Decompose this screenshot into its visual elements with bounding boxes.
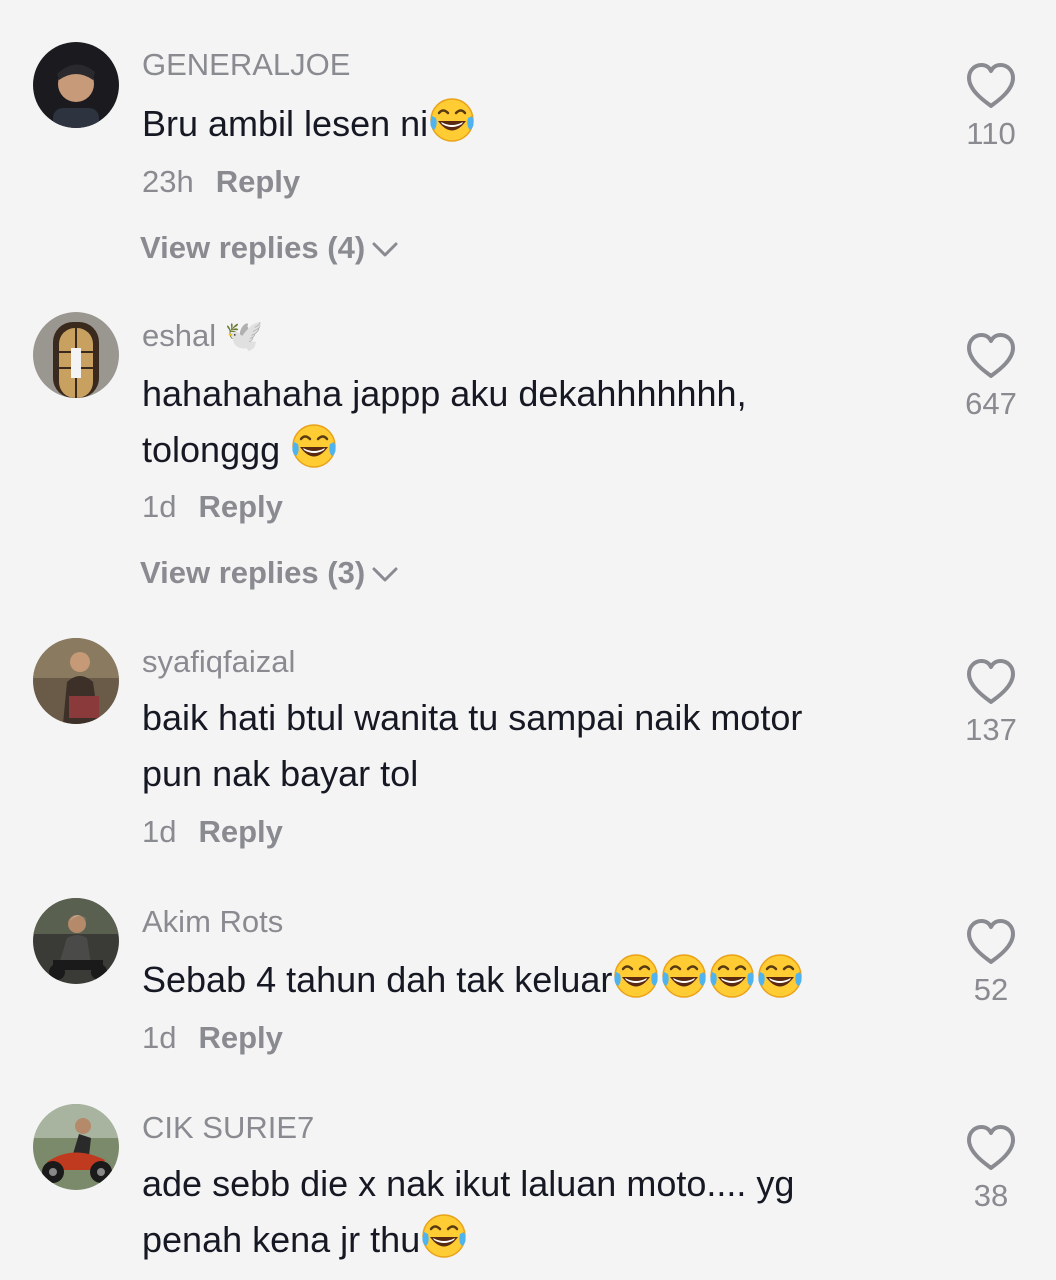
reply-button[interactable]: Reply [198,814,282,849]
comment-meta: 1d Reply [142,489,283,525]
view-replies-button[interactable]: View replies (3) [140,555,399,591]
comment-username[interactable]: syafiqfaizal [142,644,295,680]
heart-outline-icon [965,1124,1017,1172]
comment-meta: 1d Reply [142,1020,283,1056]
avatar[interactable] [33,1104,119,1190]
face-with-tears-of-joy-icon [756,952,804,1000]
like-button[interactable]: 647 [960,332,1022,422]
face-with-tears-of-joy-icon [708,952,756,1000]
like-button[interactable]: 52 [960,918,1022,1008]
heart-outline-icon [965,918,1017,966]
avatar[interactable] [33,42,119,128]
like-button[interactable]: 38 [960,1124,1022,1214]
face-with-tears-of-joy-icon [290,422,338,470]
avatar[interactable] [33,898,119,984]
like-count: 110 [966,116,1016,151]
like-button[interactable]: 110 [960,62,1022,152]
comment-time: 1d [142,814,177,849]
comment-text: Sebab 4 tahun dah tak keluar [142,952,902,1008]
avatar[interactable] [33,312,119,398]
face-with-tears-of-joy-icon [420,1212,468,1260]
face-with-tears-of-joy-icon [428,96,476,144]
like-count: 38 [973,1178,1009,1213]
comment-time: 23h [142,164,194,199]
comment-username[interactable]: GENERALJOE [142,47,350,83]
like-count: 137 [965,712,1017,747]
like-count: 647 [965,386,1017,421]
dove-icon: 🕊️ [224,318,264,353]
reply-button[interactable]: Reply [198,1020,282,1055]
view-replies-label: View replies (3) [140,555,366,590]
chevron-down-icon [372,567,398,582]
reply-button[interactable]: Reply [216,164,300,199]
reply-button[interactable]: Reply [198,489,282,524]
comment-text: Bru ambil lesen ni [142,96,902,152]
comment-time: 1d [142,489,177,524]
comment-meta: 1d Reply [142,814,283,850]
like-button[interactable]: 137 [960,658,1022,748]
face-with-tears-of-joy-icon [612,952,660,1000]
comment-username[interactable]: eshal 🕊️ [142,318,263,354]
comment-time: 1d [142,1020,177,1055]
comment-username[interactable]: Akim Rots [142,904,283,940]
view-replies-button[interactable]: View replies (4) [140,230,399,266]
comment-text: baik hati btul wanita tu sampai naik mot… [142,697,803,794]
avatar[interactable] [33,638,119,724]
heart-outline-icon [965,62,1017,110]
heart-outline-icon [965,332,1017,380]
comment-username[interactable]: CIK SURIE7 [142,1110,314,1146]
like-count: 52 [973,972,1009,1007]
face-with-tears-of-joy-icon [660,952,708,1000]
view-replies-label: View replies (4) [140,230,366,265]
chevron-down-icon [372,242,398,257]
comment-text: hahahahaha jappp aku dekahhhhhhh, tolong… [142,373,747,470]
comment-meta: 23h Reply [142,164,300,200]
comment-text: ade sebb die x nak ikut laluan moto.... … [142,1163,795,1260]
heart-outline-icon [965,658,1017,706]
